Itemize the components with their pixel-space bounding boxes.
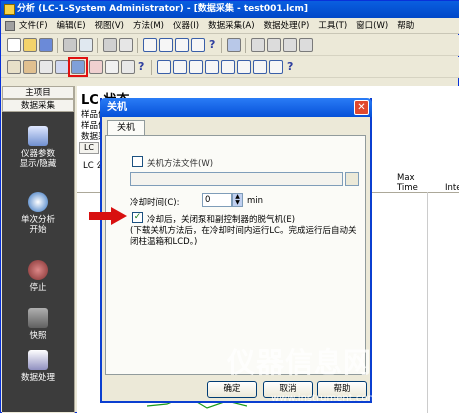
instrument-params-icon <box>28 126 48 146</box>
menu-tools[interactable]: 工具(T) <box>318 21 347 31</box>
sample-icon[interactable] <box>23 60 37 74</box>
table-icon[interactable] <box>121 60 135 74</box>
tool-d-icon[interactable] <box>299 38 313 52</box>
view-7-icon[interactable] <box>253 60 267 74</box>
menu-instrument[interactable]: 仪器(I) <box>173 21 199 31</box>
view-3-icon[interactable] <box>189 60 203 74</box>
toolbar-separator <box>221 38 222 53</box>
snapshot-icon <box>28 308 48 328</box>
menu-bar: 文件(F) 编辑(E) 视图(V) 方法(M) 仪器(I) 数据采集(A) 数据处理(P) 工… <box>1 18 459 34</box>
toolbar-separator <box>97 38 98 53</box>
degasser-checkbox[interactable]: ✓ <box>132 212 143 223</box>
sidebar-item-instrument-params[interactable]: 仪器参数 显示/隐藏 <box>2 126 74 169</box>
sidebar-item-label: 快照 <box>29 331 47 341</box>
browse-folder-icon[interactable] <box>345 172 359 186</box>
view-4-icon[interactable] <box>205 60 219 74</box>
cooling-unit: min <box>247 196 264 206</box>
menu-view[interactable]: 视图(V) <box>95 21 124 31</box>
toolbar-standard: ? <box>1 35 459 56</box>
print-icon[interactable] <box>63 38 77 52</box>
save-icon[interactable] <box>39 38 53 52</box>
vial-icon[interactable] <box>39 60 53 74</box>
spinner-icon[interactable]: ▲ ▼ <box>232 193 243 207</box>
tab-lc[interactable]: LC <box>79 142 99 154</box>
cooling-time-label: 冷却时间(C): <box>130 198 180 208</box>
monitor-icon[interactable] <box>55 60 69 74</box>
new-file-icon[interactable] <box>7 38 21 52</box>
view-6-icon[interactable] <box>237 60 251 74</box>
chart-line-icon[interactable] <box>105 60 119 74</box>
menu-edit[interactable]: 编辑(E) <box>57 21 86 31</box>
sidebar-item-label: 停止 <box>29 283 47 293</box>
tool-c-icon[interactable] <box>283 38 297 52</box>
grid-line <box>427 192 428 413</box>
red-arrow-icon <box>89 207 127 225</box>
menu-window[interactable]: 窗口(W) <box>356 21 388 31</box>
dialog-title: 关机 <box>100 98 372 117</box>
shutdown-file-label: 关机方法文件(W) <box>147 159 214 169</box>
title-bar: 分析 (LC-1-System Administrator) - [数据采集 -… <box>1 1 459 18</box>
sidebar-item-stop[interactable]: 停止 <box>2 260 74 293</box>
toolbar-separator <box>137 38 138 53</box>
menu-help[interactable]: 帮助 <box>397 21 414 31</box>
layout-1-icon[interactable] <box>143 38 157 52</box>
print-preview-icon[interactable] <box>79 38 93 52</box>
cooling-time-input[interactable]: 0 <box>202 193 232 207</box>
calendar-icon[interactable] <box>7 60 21 74</box>
layout-3-icon[interactable] <box>175 38 189 52</box>
view-2-icon[interactable] <box>173 60 187 74</box>
shutdown-file-input[interactable] <box>130 172 343 186</box>
view-1-icon[interactable] <box>157 60 171 74</box>
shutdown-note: (下载关机方法后，在冷却时间内运行LC。完成运行后自动关闭柱温箱和LCD。) <box>130 226 357 247</box>
tab-panel: 关机方法文件(W) 冷却时间(C): 0 ▲ ▼ min ✓ 冷却后，关闭泵和副控… <box>105 135 366 375</box>
toolbar-separator <box>57 38 58 53</box>
help-icon[interactable]: ? <box>287 60 293 73</box>
document-icon <box>5 21 15 31</box>
menu-acquisition[interactable]: 数据采集(A) <box>208 21 254 31</box>
highlight-box <box>68 57 88 77</box>
data-processing-icon <box>28 350 48 370</box>
sidebar-item-data-processing[interactable]: 数据处理 <box>2 350 74 383</box>
close-icon[interactable]: ✕ <box>354 100 369 115</box>
instrument-icon[interactable] <box>227 38 241 52</box>
sidebar-tab-acquisition[interactable]: 数据采集 <box>2 99 74 112</box>
view-8-icon[interactable] <box>269 60 283 74</box>
open-folder-icon[interactable] <box>23 38 37 52</box>
tool-b-icon[interactable] <box>267 38 281 52</box>
view-5-icon[interactable] <box>221 60 235 74</box>
watermark-logo: 仪器信息网 <box>227 346 373 379</box>
chart-red-icon[interactable] <box>89 60 103 74</box>
menu-processing[interactable]: 数据处理(P) <box>264 21 310 31</box>
tool-a-icon[interactable] <box>251 38 265 52</box>
window-title: 分析 (LC-1-System Administrator) - [数据采集 -… <box>17 4 309 14</box>
ok-button[interactable]: 确定 <box>207 381 257 398</box>
copy-icon[interactable] <box>119 38 133 52</box>
cut-icon[interactable] <box>103 38 117 52</box>
sidebar-item-single-run[interactable]: 单次分析 开始 <box>2 192 74 235</box>
toolbar-separator <box>151 60 152 75</box>
app-icon <box>4 4 15 15</box>
watermark-url: www.instrument.com.cn <box>271 393 393 404</box>
menu-method[interactable]: 方法(M) <box>133 21 164 31</box>
sidebar: 主项目 数据采集 仪器参数 显示/隐藏 单次分析 开始 停止 快照 数据处理 <box>2 86 75 413</box>
sidebar-item-label: 数据处理 <box>20 373 55 383</box>
help-icon[interactable]: ? <box>138 60 144 73</box>
sidebar-item-label: 仪器参数 显示/隐藏 <box>19 149 57 169</box>
help-icon[interactable]: ? <box>209 38 215 51</box>
layout-4-icon[interactable] <box>191 38 205 52</box>
sidebar-tab-main[interactable]: 主项目 <box>2 86 74 99</box>
app-window: 分析 (LC-1-System Administrator) - [数据采集 -… <box>0 0 459 413</box>
toolbar-separator <box>245 38 246 53</box>
degasser-label: 冷却后，关闭泵和副控制器的脱气机(E) <box>147 215 296 225</box>
sidebar-item-label: 单次分析 开始 <box>20 215 55 235</box>
shutdown-file-checkbox[interactable] <box>132 156 143 167</box>
sidebar-item-snapshot[interactable]: 快照 <box>2 308 74 341</box>
tab-shutdown[interactable]: 关机 <box>107 120 145 136</box>
stop-icon <box>28 260 48 280</box>
sidebar-panel: 仪器参数 显示/隐藏 单次分析 开始 停止 快照 数据处理 <box>2 112 74 412</box>
single-run-icon <box>28 192 48 212</box>
column-max: Max <box>397 173 415 183</box>
menu-file[interactable]: 文件(F) <box>19 21 48 31</box>
layout-2-icon[interactable] <box>159 38 173 52</box>
